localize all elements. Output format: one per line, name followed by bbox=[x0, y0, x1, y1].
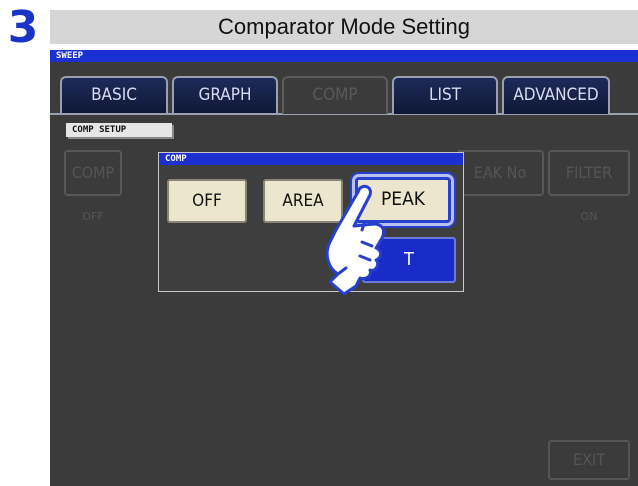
exit-button[interactable]: EXIT bbox=[548, 440, 630, 480]
peak-no-button[interactable]: EAK No bbox=[458, 150, 544, 196]
tab-advanced[interactable]: ADVANCED bbox=[502, 76, 610, 114]
filter-value: ON bbox=[580, 210, 598, 223]
option-off-button[interactable]: OFF bbox=[167, 179, 247, 223]
comp-button[interactable]: COMP bbox=[64, 150, 122, 196]
section-label: COMP SETUP bbox=[66, 123, 172, 137]
tab-basic[interactable]: BASIC bbox=[60, 76, 168, 114]
filter-button[interactable]: FILTER bbox=[548, 150, 630, 196]
tab-comp[interactable]: COMP bbox=[282, 76, 388, 114]
comp-value: OFF bbox=[82, 210, 104, 223]
step-number: 3 bbox=[7, 2, 39, 53]
dialog-title: COMP bbox=[159, 153, 463, 165]
mode-indicator: SWEEP bbox=[50, 50, 638, 62]
tab-graph[interactable]: GRAPH bbox=[172, 76, 278, 114]
comp-dialog: COMP OFF AREA PEAK T bbox=[158, 152, 464, 292]
page-title: Comparator Mode Setting bbox=[50, 10, 638, 44]
pointing-hand-icon bbox=[325, 184, 386, 296]
tab-list[interactable]: LIST bbox=[392, 76, 498, 114]
